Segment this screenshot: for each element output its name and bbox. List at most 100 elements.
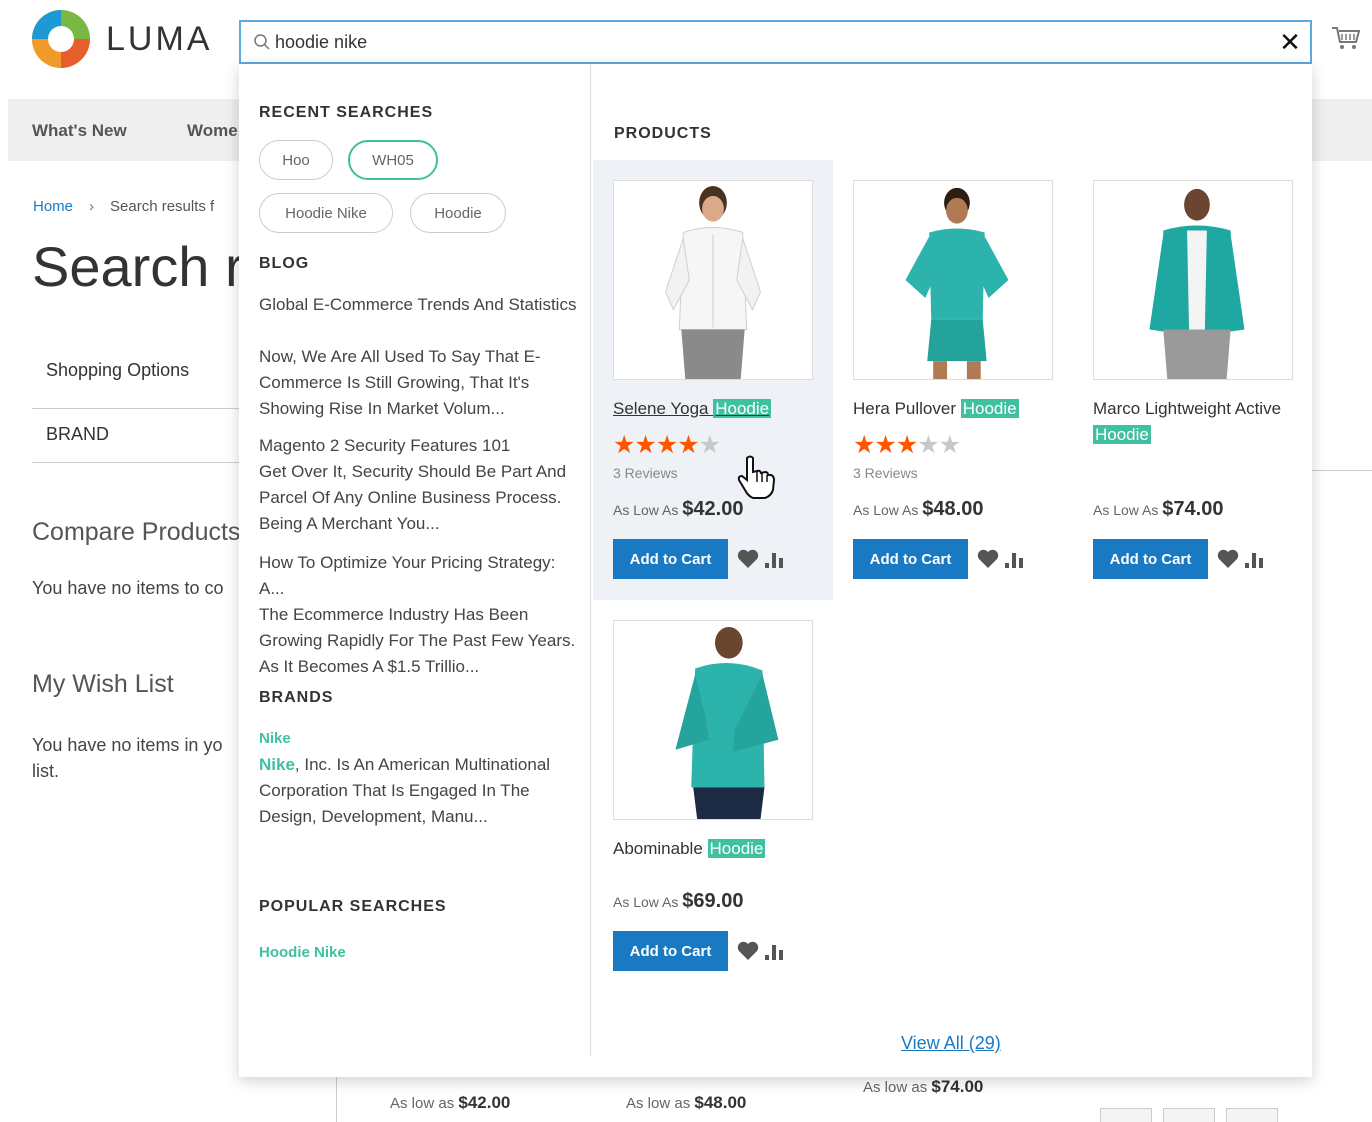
brands-title: BRANDS bbox=[259, 689, 334, 706]
shopping-options-title: Shopping Options bbox=[46, 360, 190, 380]
blog-post-title[interactable]: Magento 2 Security Features 101 bbox=[259, 433, 579, 459]
blog-post-excerpt[interactable]: The Ecommerce Industry Has Been Growing … bbox=[259, 602, 579, 680]
product-card[interactable]: Marco Lightweight Active Hoodie As Low A… bbox=[1073, 160, 1313, 600]
recent-search-item[interactable]: WH05 bbox=[348, 140, 438, 180]
product-price: As Low As $48.00 bbox=[853, 498, 983, 521]
search-highlight: Hoodie bbox=[1093, 425, 1151, 444]
popular-searches-title: POPULAR SEARCHES bbox=[259, 898, 447, 915]
bg-price: As low as $42.00 bbox=[390, 1093, 510, 1113]
breadcrumb-home[interactable]: Home bbox=[33, 198, 73, 215]
price-label: As Low As bbox=[613, 502, 679, 518]
brand-description[interactable]: Nike, Inc. Is An American Multinational … bbox=[259, 752, 579, 830]
product-price: As Low As $74.00 bbox=[1093, 498, 1223, 521]
product-name-text: Hera Pullover bbox=[853, 399, 956, 418]
view-all-link[interactable]: View All (29) bbox=[901, 1033, 1001, 1054]
product-name-text: Marco Lightweight Active bbox=[1093, 399, 1282, 418]
recent-search-item[interactable]: Hoodie Nike bbox=[259, 193, 393, 233]
brand-link-nike[interactable]: Nike bbox=[259, 730, 291, 747]
heart-icon[interactable] bbox=[737, 549, 759, 569]
compare-products-title: Compare Products bbox=[32, 518, 241, 546]
reviews-link[interactable]: 3 Reviews bbox=[853, 465, 918, 481]
bg-price: As low as $74.00 bbox=[863, 1077, 983, 1097]
search-highlight: Hoodie bbox=[713, 399, 772, 418]
product-name[interactable]: Abominable Hoodie bbox=[613, 836, 823, 862]
suggestions-column: RECENT SEARCHES Hoo WH05 Hoodie Nike Hoo… bbox=[239, 64, 591, 1056]
wishlist-title: My Wish List bbox=[32, 670, 174, 698]
blog-post-excerpt[interactable]: Now, We Are All Used To Say That E-Comme… bbox=[259, 344, 579, 422]
add-to-cart-button[interactable]: Add to Cart bbox=[613, 539, 728, 579]
product-name[interactable]: Hera Pullover Hoodie bbox=[853, 396, 1063, 422]
close-icon[interactable]: ✕ bbox=[1270, 22, 1310, 62]
star-empty-icon: ★ bbox=[698, 431, 721, 459]
pager-button[interactable] bbox=[1100, 1108, 1152, 1122]
star-icon: ★★★★ bbox=[613, 431, 700, 459]
cart-icon[interactable] bbox=[1330, 22, 1362, 54]
bg-price-label: As low as bbox=[863, 1079, 928, 1096]
rating-stars: ★★★★★ bbox=[613, 431, 721, 459]
price-value: $74.00 bbox=[1162, 498, 1224, 520]
search-icon bbox=[254, 34, 270, 50]
product-price: As Low As $69.00 bbox=[613, 890, 743, 913]
product-image[interactable] bbox=[853, 180, 1053, 380]
heart-icon[interactable] bbox=[977, 549, 999, 569]
divider bbox=[32, 408, 242, 409]
recent-search-item[interactable]: Hoodie bbox=[410, 193, 506, 233]
price-value: $48.00 bbox=[922, 498, 984, 520]
rating-stars: ★★★★★ bbox=[853, 431, 961, 459]
blog-post-title[interactable]: Global E-Commerce Trends And Statistics bbox=[259, 292, 579, 318]
price-label: As Low As bbox=[853, 502, 919, 518]
bg-price-value: $48.00 bbox=[694, 1093, 747, 1112]
blog-post-title[interactable]: How To Optimize Your Pricing Strategy: A… bbox=[259, 550, 579, 602]
bg-price-value: $42.00 bbox=[458, 1093, 511, 1112]
product-card[interactable]: Hera Pullover Hoodie ★★★★★ 3 Reviews As … bbox=[833, 160, 1073, 600]
divider bbox=[32, 462, 242, 463]
reviews-link[interactable]: 3 Reviews bbox=[613, 465, 678, 481]
luma-logo-icon bbox=[32, 10, 90, 68]
compare-icon[interactable] bbox=[763, 941, 785, 961]
compare-icon[interactable] bbox=[1003, 549, 1025, 569]
blog-post-excerpt[interactable]: Get Over It, Security Should Be Part And… bbox=[259, 459, 579, 537]
popular-search-item[interactable]: Hoodie Nike bbox=[259, 944, 346, 961]
nav-item-women[interactable]: Wome bbox=[187, 121, 238, 141]
wishlist-empty-line1: You have no items in yo bbox=[32, 735, 223, 755]
product-name-text: Selene Yoga bbox=[613, 399, 709, 418]
luma-logo[interactable]: LUMA bbox=[30, 8, 212, 70]
compare-icon[interactable] bbox=[763, 549, 785, 569]
recent-search-item[interactable]: Hoo bbox=[259, 140, 333, 180]
add-to-cart-button[interactable]: Add to Cart bbox=[1093, 539, 1208, 579]
price-label: As Low As bbox=[613, 894, 679, 910]
products-title: PRODUCTS bbox=[614, 125, 712, 142]
product-name[interactable]: Marco Lightweight Active Hoodie bbox=[1093, 396, 1303, 448]
product-image[interactable] bbox=[1093, 180, 1293, 380]
pager-button[interactable] bbox=[1226, 1108, 1278, 1122]
brand-filter[interactable]: BRAND bbox=[32, 424, 242, 445]
heart-icon[interactable] bbox=[1217, 549, 1239, 569]
blog-title: BLOG bbox=[259, 255, 310, 272]
product-card[interactable]: Abominable Hoodie As Low As $69.00 Add t… bbox=[593, 600, 833, 1040]
breadcrumb-current: Search results f bbox=[110, 198, 215, 215]
product-image[interactable] bbox=[613, 620, 813, 820]
star-icon: ★★★ bbox=[853, 431, 918, 459]
product-name-text: Abominable bbox=[613, 839, 703, 858]
add-to-cart-button[interactable]: Add to Cart bbox=[613, 931, 728, 971]
product-image[interactable] bbox=[613, 180, 813, 380]
product-card[interactable]: Selene Yoga Hoodie ★★★★★ 3 Reviews As Lo… bbox=[593, 160, 833, 600]
bg-price-label: As low as bbox=[390, 1095, 455, 1112]
bg-price: As low as $48.00 bbox=[626, 1093, 746, 1113]
add-to-cart-button[interactable]: Add to Cart bbox=[853, 539, 968, 579]
product-name[interactable]: Selene Yoga Hoodie bbox=[613, 396, 823, 422]
brand-name-highlight: Nike bbox=[259, 755, 295, 774]
recent-searches-title: RECENT SEARCHES bbox=[259, 104, 434, 121]
nav-item-whats-new[interactable]: What's New bbox=[32, 121, 127, 141]
search-highlight: Hoodie bbox=[960, 399, 1019, 418]
compare-products-empty: You have no items to co bbox=[32, 578, 224, 598]
search-input[interactable] bbox=[275, 31, 1270, 53]
wishlist-empty: You have no items in yo list. bbox=[32, 732, 242, 784]
bg-price-value: $74.00 bbox=[931, 1077, 984, 1096]
heart-icon[interactable] bbox=[737, 941, 759, 961]
brand-description-text: , Inc. Is An American Multinational Corp… bbox=[259, 755, 551, 826]
search-bar[interactable]: ✕ bbox=[239, 20, 1312, 64]
search-autocomplete-dropdown: RECENT SEARCHES Hoo WH05 Hoodie Nike Hoo… bbox=[239, 64, 1312, 1077]
compare-icon[interactable] bbox=[1243, 549, 1265, 569]
pager-button[interactable] bbox=[1163, 1108, 1215, 1122]
